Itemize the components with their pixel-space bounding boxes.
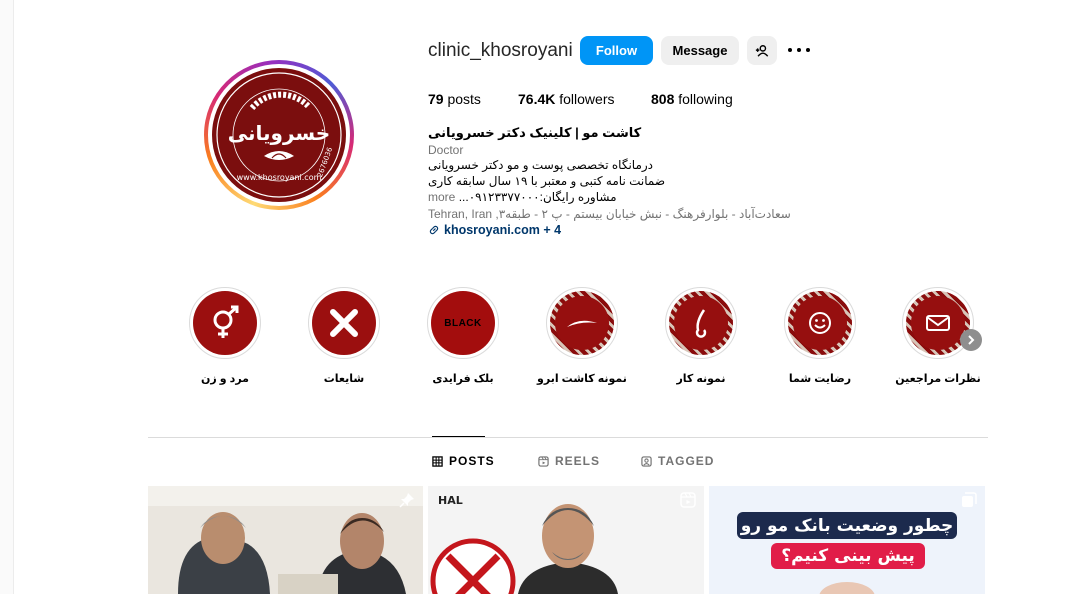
posts-count: 79 posts: [428, 91, 481, 107]
highlight-black-friday[interactable]: BLACK بلک فرایدی: [427, 287, 499, 387]
gender-icon: [213, 305, 239, 338]
suggested-accounts-button[interactable]: [747, 36, 777, 65]
svg-text:خسرویانی: خسرویانی: [228, 121, 330, 145]
reel-icon: [680, 492, 696, 508]
full-name: کاشت مو | کلینیک دکتر خسرویانی: [428, 125, 642, 140]
black-friday-icon: BLACK: [444, 317, 482, 329]
website-link[interactable]: khosroyani.com + 4: [428, 223, 561, 237]
highlight-work-samples[interactable]: نمونه کار: [665, 287, 737, 387]
bio-line: مشاوره رایگان:۰۹۱۲۳۳۷۷۰۰۰... more: [428, 190, 617, 204]
tab-tagged[interactable]: TAGGED: [641, 454, 714, 468]
highlight-men-women[interactable]: مرد و زن: [189, 287, 261, 387]
highlight-eyebrow-samples[interactable]: نمونه کاشت ابرو: [537, 287, 627, 387]
tab-reels[interactable]: REELS: [538, 454, 600, 468]
post-image: [148, 486, 423, 594]
mail-icon: [926, 315, 950, 331]
post-image: HAL: [428, 486, 704, 594]
hair-strand-icon: [695, 309, 707, 338]
highlight-rumors[interactable]: شایعات: [308, 287, 380, 387]
grid-icon: [432, 455, 443, 467]
bio-phone: مشاوره رایگان:۰۹۱۲۳۳۷۷۰۰۰...: [458, 190, 617, 204]
bio-line: درمانگاه تخصصی پوست و مو دکتر خسرویانی: [428, 158, 654, 172]
smile-icon: [809, 312, 831, 334]
category-label: Doctor: [428, 143, 464, 157]
post-headline: چطور وضعیت بانک مو رو: [737, 512, 957, 539]
post-thumbnail[interactable]: [148, 486, 423, 594]
eyebrow-icon: [567, 320, 597, 327]
svg-text:HAL: HAL: [438, 494, 463, 507]
followers-count[interactable]: 76.4K followers: [518, 91, 615, 107]
tagged-icon: [641, 455, 652, 467]
follow-button[interactable]: Follow: [580, 36, 653, 65]
carousel-icon: [962, 492, 977, 507]
more-options-icon[interactable]: [788, 40, 810, 60]
following-count[interactable]: 808 following: [651, 91, 733, 107]
post-person-head: [819, 582, 875, 594]
x-mark-icon: [330, 309, 358, 337]
username: clinic_khosroyani: [428, 40, 573, 61]
pinned-icon: [399, 493, 414, 508]
highlight-satisfaction[interactable]: رضایت شما: [784, 287, 856, 387]
message-button[interactable]: Message: [661, 36, 739, 65]
bio-line: ضمانت نامه کتبی و معتبر با ۱۹ سال سابقه …: [428, 174, 666, 188]
link-icon: [429, 225, 439, 235]
window-edge: [0, 0, 14, 594]
svg-text:www.khosroyani.com: www.khosroyani.com: [237, 173, 322, 182]
highlights-next-button[interactable]: [960, 329, 982, 351]
post-subheadline: پیش بینی کنیم؟: [771, 543, 925, 569]
chevron-right-icon: [968, 335, 975, 345]
tabs-divider: [148, 437, 988, 438]
more-link[interactable]: more: [428, 190, 455, 204]
clinic-logo: خسرویانی www.khosroyani.com 2676036: [213, 69, 345, 201]
tab-posts[interactable]: POSTS: [432, 454, 495, 468]
active-tab-indicator: [432, 436, 485, 437]
add-person-icon: [755, 44, 769, 57]
profile-avatar[interactable]: خسرویانی www.khosroyani.com 2676036: [204, 60, 354, 210]
address[interactable]: Tehran, Iran ,سعادت‌آباد - بلوارفرهنگ - …: [428, 207, 791, 221]
post-thumbnail[interactable]: چطور وضعیت بانک مو رو پیش بینی کنیم؟: [709, 486, 985, 594]
post-thumbnail[interactable]: HAL: [428, 486, 704, 594]
reels-icon: [538, 455, 549, 467]
